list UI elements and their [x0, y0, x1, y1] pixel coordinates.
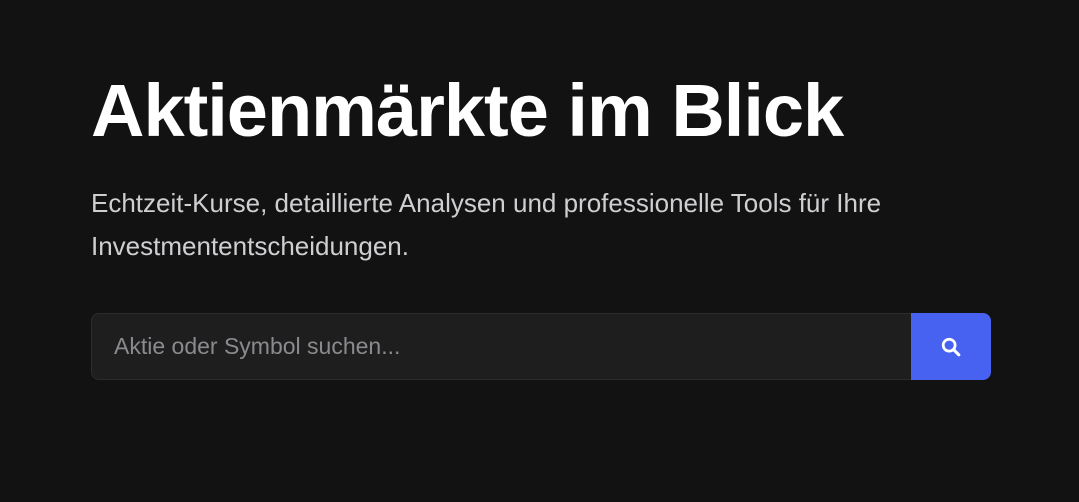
- search-icon: [940, 336, 962, 358]
- search-bar: [91, 313, 991, 380]
- hero-section: Aktienmärkte im Blick Echtzeit-Kurse, de…: [0, 0, 1079, 502]
- search-input[interactable]: [91, 313, 911, 380]
- hero-subtitle: Echtzeit-Kurse, detaillierte Analysen un…: [91, 188, 882, 261]
- page-title: Aktienmärkte im Blick: [91, 69, 844, 152]
- search-button[interactable]: [911, 313, 991, 380]
